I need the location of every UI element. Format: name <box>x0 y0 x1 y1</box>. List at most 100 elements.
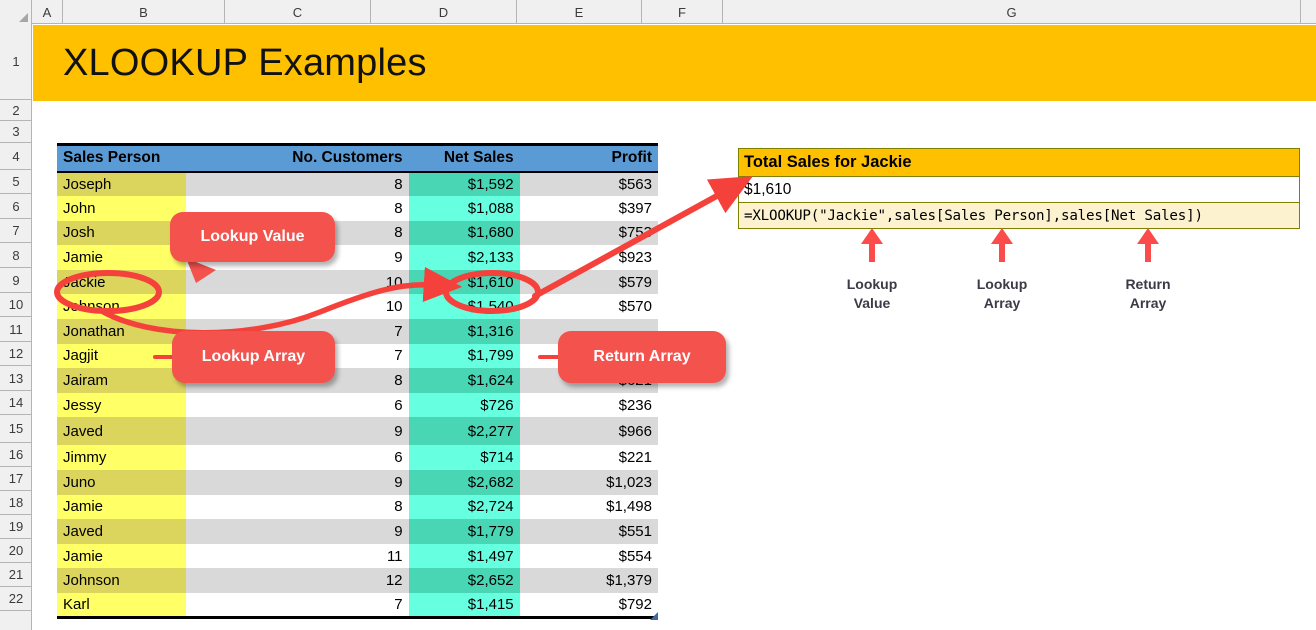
row-header-11[interactable]: 11 <box>0 317 32 342</box>
cell-sales-person[interactable]: Jimmy <box>57 445 187 471</box>
table-resize-handle[interactable] <box>650 612 658 620</box>
cell-net-sales[interactable]: $1,680 <box>408 220 520 246</box>
cell-sales-person[interactable]: Johnson <box>57 294 187 320</box>
cell-profit[interactable]: $1,023 <box>519 470 658 495</box>
cell-no-customers[interactable]: 10 <box>186 269 409 295</box>
cell-profit[interactable]: $554 <box>519 543 658 569</box>
cell-net-sales[interactable]: $1,316 <box>408 319 520 344</box>
cell-profit[interactable]: $236 <box>519 392 658 418</box>
cell-sales-person[interactable]: Johnson <box>57 568 187 593</box>
row-header-2[interactable]: 2 <box>0 100 32 121</box>
row-header-9[interactable]: 9 <box>0 268 32 293</box>
callout-lookup-value[interactable]: Lookup Value <box>170 212 335 262</box>
row-header-8[interactable]: 8 <box>0 243 32 268</box>
row-header-21[interactable]: 21 <box>0 563 32 587</box>
column-header-net-sales[interactable]: Net Sales <box>408 144 520 173</box>
cell-no-customers[interactable]: 10 <box>186 294 409 320</box>
column-header-b[interactable]: B <box>63 0 225 24</box>
table-row[interactable]: Jimmy 6 $714 $221 <box>57 445 658 471</box>
cell-net-sales[interactable]: $1,592 <box>408 171 520 197</box>
cell-sales-person[interactable]: Jagjit <box>57 343 187 369</box>
column-header-g[interactable]: G <box>723 0 1301 24</box>
table-row[interactable]: Josh 8 $1,680 $753 <box>57 220 658 246</box>
cell-no-customers[interactable]: 9 <box>186 470 409 495</box>
row-header-12[interactable]: 12 <box>0 342 32 366</box>
row-header-5[interactable]: 5 <box>0 170 32 194</box>
table-row[interactable]: Johnson 10 $1,540 $570 <box>57 294 658 320</box>
column-header-sales-person[interactable]: Sales Person <box>57 144 187 173</box>
panel-result-value[interactable]: $1,610 <box>738 177 1300 203</box>
cell-sales-person[interactable]: Jamie <box>57 245 187 270</box>
cell-net-sales[interactable]: $2,724 <box>408 494 520 520</box>
cell-no-customers[interactable]: 6 <box>186 445 409 471</box>
table-row[interactable]: Jamie 8 $2,724 $1,498 <box>57 494 658 520</box>
row-header-7[interactable]: 7 <box>0 219 32 243</box>
cell-no-customers[interactable]: 6 <box>186 392 409 418</box>
cell-sales-person[interactable]: Jairam <box>57 368 187 393</box>
row-header-18[interactable]: 18 <box>0 491 32 515</box>
row-header-10[interactable]: 10 <box>0 293 32 317</box>
row-header-16[interactable]: 16 <box>0 443 32 467</box>
cell-sales-person[interactable]: Javed <box>57 417 187 446</box>
cell-net-sales[interactable]: $1,540 <box>408 294 520 320</box>
callout-return-array[interactable]: Return Array <box>558 331 726 383</box>
row-header-19[interactable]: 19 <box>0 515 32 539</box>
table-row[interactable]: Johnson 12 $2,652 $1,379 <box>57 568 658 593</box>
cell-no-customers[interactable]: 8 <box>186 494 409 520</box>
column-header-c[interactable]: C <box>225 0 371 24</box>
row-header-17[interactable]: 17 <box>0 467 32 491</box>
cell-no-customers[interactable]: 12 <box>186 568 409 593</box>
table-row[interactable]: Juno 9 $2,682 $1,023 <box>57 470 658 495</box>
row-header-13[interactable]: 13 <box>0 366 32 391</box>
row-header-4[interactable]: 4 <box>0 143 32 170</box>
row-header-1[interactable]: 1 <box>0 24 32 100</box>
cell-no-customers[interactable]: 8 <box>186 171 409 197</box>
table-row[interactable]: Jamie 11 $1,497 $554 <box>57 543 658 569</box>
cell-net-sales[interactable]: $2,133 <box>408 245 520 270</box>
select-all-corner[interactable] <box>0 0 32 24</box>
cell-net-sales[interactable]: $2,277 <box>408 417 520 446</box>
cell-net-sales[interactable]: $1,415 <box>408 593 520 618</box>
cell-sales-person[interactable]: Jamie <box>57 494 187 520</box>
cell-no-customers[interactable]: 9 <box>186 519 409 544</box>
row-header-3[interactable]: 3 <box>0 121 32 143</box>
cell-sales-person[interactable]: Juno <box>57 470 187 495</box>
cell-profit[interactable]: $1,379 <box>519 568 658 593</box>
cell-net-sales[interactable]: $2,652 <box>408 568 520 593</box>
row-header-22[interactable]: 22 <box>0 587 32 611</box>
row-header-15[interactable]: 15 <box>0 415 32 443</box>
table-row[interactable]: Jessy 6 $726 $236 <box>57 392 658 418</box>
cell-profit[interactable]: $579 <box>519 269 658 295</box>
table-row[interactable]: John 8 $1,088 $397 <box>57 196 658 221</box>
cell-profit[interactable]: $923 <box>519 245 658 270</box>
table-row[interactable]: Jamie 9 $2,133 $923 <box>57 245 658 270</box>
cell-profit[interactable]: $397 <box>519 196 658 221</box>
cell-net-sales[interactable]: $1,779 <box>408 519 520 544</box>
row-header-6[interactable]: 6 <box>0 194 32 219</box>
column-header-profit[interactable]: Profit <box>519 144 658 173</box>
table-row[interactable]: Javed 9 $2,277 $966 <box>57 417 658 446</box>
cell-sales-person[interactable]: Joseph <box>57 171 187 197</box>
cell-net-sales-jackie[interactable]: $1,610 <box>408 269 520 295</box>
cell-profit[interactable]: $563 <box>519 171 658 197</box>
cell-sales-person[interactable]: Josh <box>57 220 187 246</box>
column-header-no-customers[interactable]: No. Customers <box>186 144 409 173</box>
cell-profit[interactable]: $753 <box>519 220 658 246</box>
table-row[interactable]: Javed 9 $1,779 $551 <box>57 519 658 544</box>
cell-profit[interactable]: $570 <box>519 294 658 320</box>
cell-net-sales[interactable]: $1,088 <box>408 196 520 221</box>
cell-sales-person[interactable]: Jamie <box>57 543 187 569</box>
panel-formula-text[interactable]: =XLOOKUP("Jackie",sales[Sales Person],sa… <box>738 203 1300 229</box>
column-header-d[interactable]: D <box>371 0 517 24</box>
cell-sales-person[interactable]: Javed <box>57 519 187 544</box>
cell-sales-person[interactable]: John <box>57 196 187 221</box>
table-row[interactable]: Karl 7 $1,415 $792 <box>57 593 658 618</box>
cell-profit[interactable]: $1,498 <box>519 494 658 520</box>
cell-sales-person[interactable]: Karl <box>57 593 187 618</box>
cell-net-sales[interactable]: $1,497 <box>408 543 520 569</box>
row-header-20[interactable]: 20 <box>0 539 32 563</box>
cell-net-sales[interactable]: $1,624 <box>408 368 520 393</box>
table-row-jackie[interactable]: Jackie 10 $1,610 $579 <box>57 269 658 295</box>
cell-sales-person[interactable]: Jessy <box>57 392 187 418</box>
callout-lookup-array[interactable]: Lookup Array <box>172 331 335 383</box>
